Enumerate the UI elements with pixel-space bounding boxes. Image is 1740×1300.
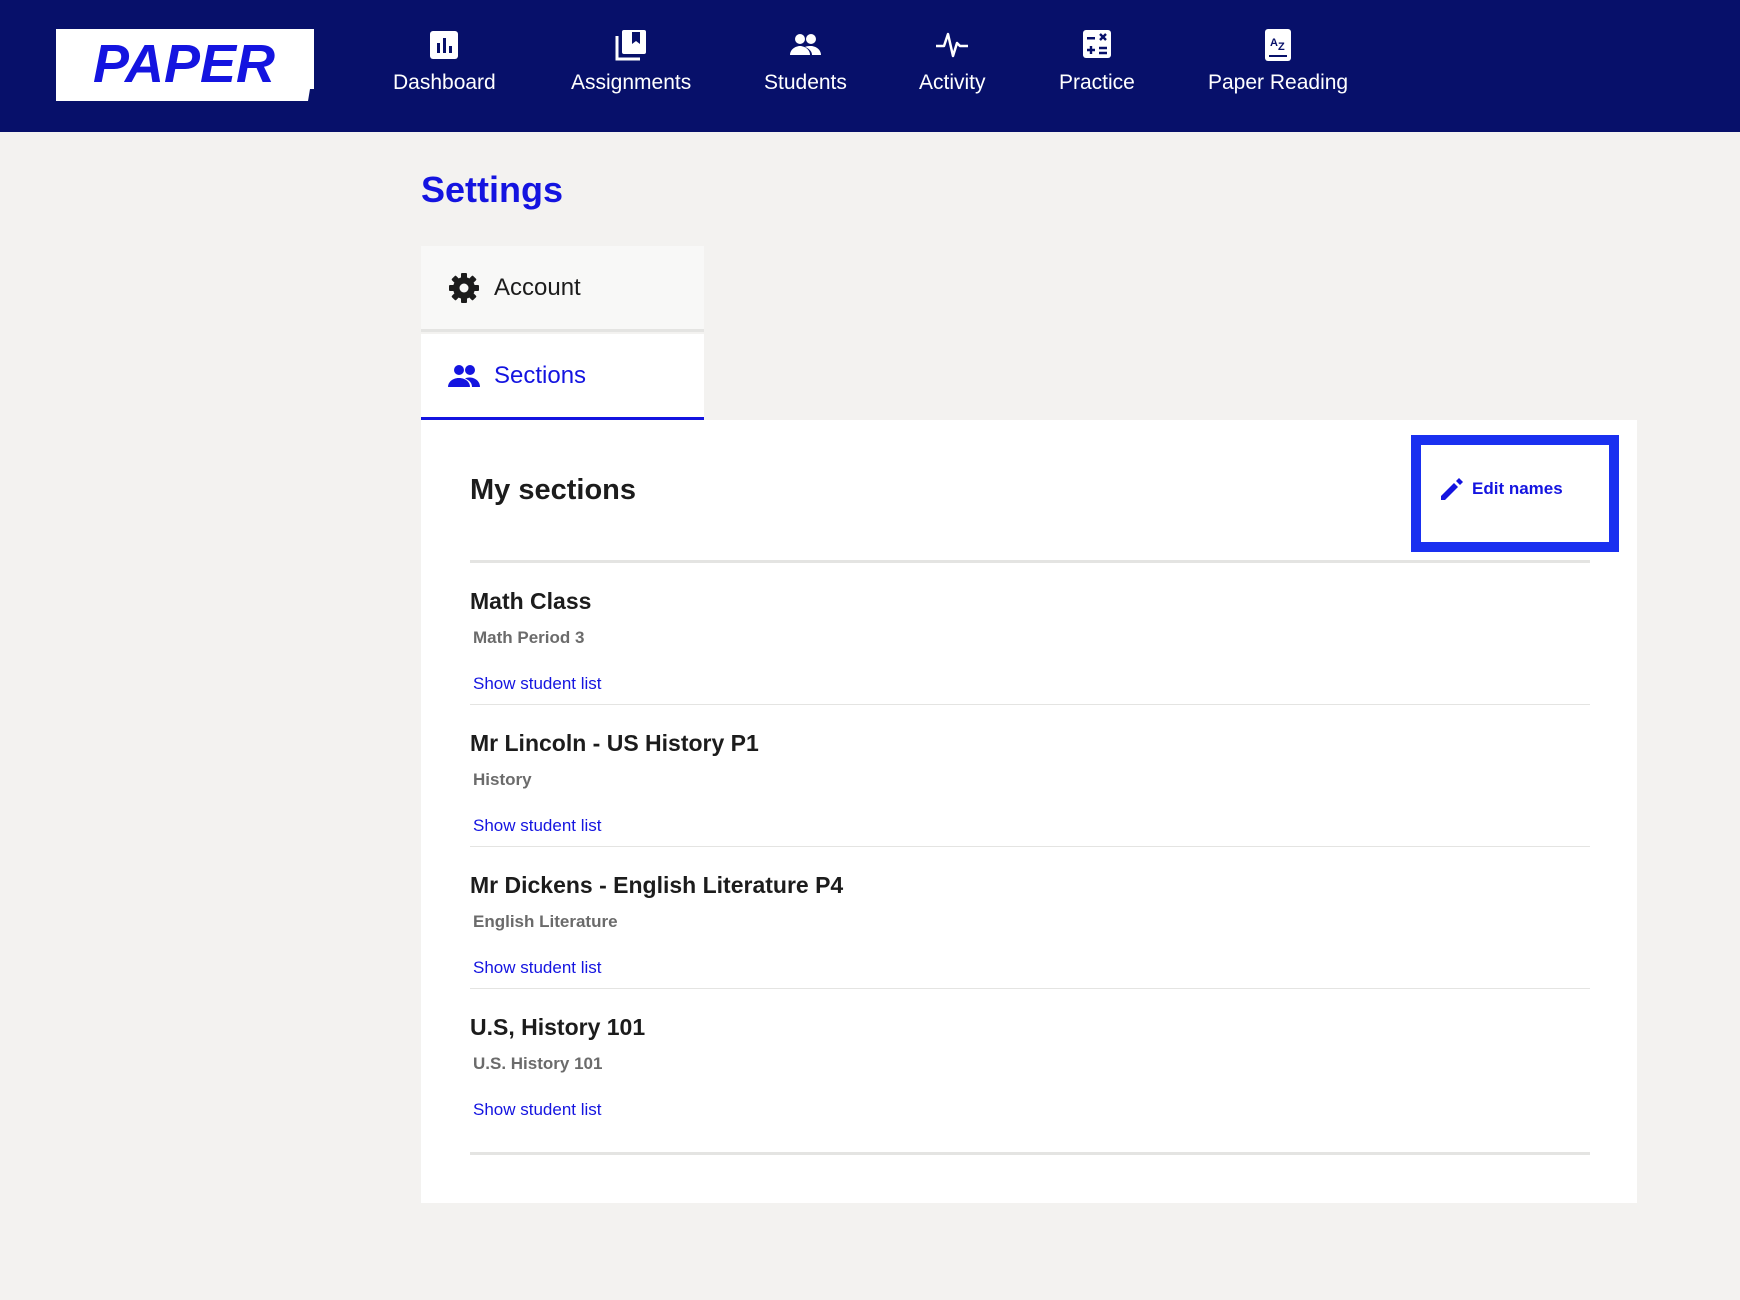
nav-dashboard[interactable]: Dashboard	[393, 28, 496, 108]
svg-text:Z: Z	[1278, 41, 1285, 53]
people-icon	[448, 364, 480, 387]
section-name: Mr Lincoln - US History P1	[470, 730, 759, 756]
tab-account[interactable]: Account	[421, 246, 704, 332]
gear-icon	[449, 272, 479, 303]
reading-book-az-icon: A Z	[1265, 29, 1292, 61]
nav-practice[interactable]: Practice	[1059, 28, 1135, 108]
paper-logo-icon: PAPER	[56, 29, 314, 101]
page-title: Settings	[421, 169, 564, 210]
svg-text:A: A	[1270, 37, 1278, 49]
section-row: Mr Lincoln - US History P1 History Show …	[470, 705, 1590, 847]
my-sections-heading: My sections	[470, 474, 636, 506]
show-student-list-link[interactable]: Show student list	[473, 957, 602, 979]
tab-account-label: Account	[494, 273, 581, 301]
section-subject: U.S. History 101	[473, 1054, 603, 1073]
nav-assignments-label: Assignments	[571, 71, 692, 94]
show-student-list-link[interactable]: Show student list	[473, 1099, 602, 1121]
footer-divider	[470, 1152, 1590, 1155]
pencil-icon	[1441, 478, 1463, 500]
top-nav-bar: PAPER Dashboard Assignments Students Act…	[0, 0, 1740, 132]
nav-dashboard-label: Dashboard	[393, 71, 496, 94]
section-name: Mr Dickens - English Literature P4	[470, 872, 844, 898]
tab-sections-label: Sections	[494, 361, 587, 389]
dashboard-chart-icon	[430, 31, 459, 59]
students-people-icon	[790, 34, 822, 55]
section-subject: English Literature	[473, 912, 618, 931]
section-row: Mr Dickens - English Literature P4 Engli…	[470, 847, 1590, 989]
show-student-list-link[interactable]: Show student list	[473, 673, 602, 695]
section-subject: History	[473, 770, 532, 789]
show-student-list-link[interactable]: Show student list	[473, 815, 602, 837]
section-subject: Math Period 3	[473, 628, 585, 647]
section-row: U.S, History 101 U.S. History 101 Show s…	[470, 989, 1590, 1131]
nav-paper-reading[interactable]: A Z Paper Reading	[1208, 28, 1348, 108]
section-name: Math Class	[470, 588, 592, 614]
nav-activity[interactable]: Activity	[919, 28, 986, 108]
section-name: U.S, History 101	[470, 1014, 646, 1040]
nav-paper-reading-label: Paper Reading	[1208, 71, 1349, 94]
assignments-book-icon	[615, 30, 647, 61]
nav-assignments[interactable]: Assignments	[571, 28, 691, 108]
nav-practice-label: Practice	[1059, 71, 1135, 94]
nav-students-label: Students	[764, 71, 847, 94]
activity-pulse-icon	[936, 32, 969, 58]
logo-text: PAPER	[93, 34, 275, 94]
tab-sections[interactable]: Sections	[421, 334, 704, 420]
nav-students[interactable]: Students	[764, 28, 847, 108]
nav-activity-label: Activity	[919, 71, 986, 94]
paper-logo[interactable]: PAPER	[56, 29, 314, 101]
section-row: Math Class Math Period 3 Show student li…	[470, 563, 1590, 705]
practice-calculator-icon	[1082, 30, 1111, 58]
edit-names-label: Edit names	[1472, 479, 1563, 498]
edit-names-button[interactable]: Edit names	[1411, 435, 1619, 552]
sections-panel: My sections Edit names Math Class Math P…	[421, 420, 1637, 1203]
